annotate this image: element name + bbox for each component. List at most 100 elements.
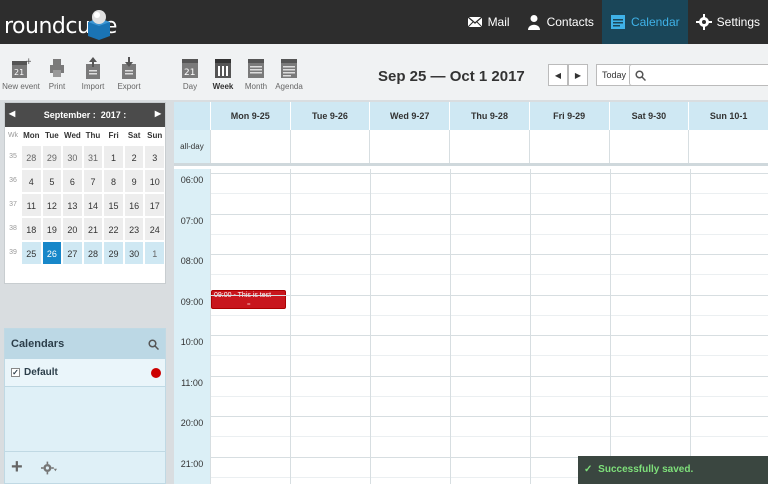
week-view-icon bbox=[215, 59, 231, 78]
top-navigation: Mail Contacts Calendar Settings bbox=[459, 0, 768, 44]
import-button[interactable]: Import bbox=[74, 56, 112, 91]
nav-settings[interactable]: Settings bbox=[688, 0, 768, 44]
month-select-chevron-icon[interactable]: : bbox=[90, 110, 101, 120]
week-number: 35 bbox=[9, 153, 17, 160]
mini-calendar-day[interactable]: 29 bbox=[41, 145, 63, 169]
hour-label: 20:00 bbox=[180, 418, 204, 428]
mini-calendar-day[interactable]: 2 bbox=[123, 145, 145, 169]
mini-calendar-day[interactable]: 1 bbox=[103, 145, 124, 169]
week-number: 36 bbox=[9, 177, 17, 184]
mini-calendar-day[interactable]: 28 bbox=[82, 241, 104, 265]
search-icon[interactable] bbox=[148, 338, 159, 350]
mini-calendar-day[interactable]: 10 bbox=[144, 169, 165, 193]
mini-calendar-day[interactable]: 31 bbox=[82, 145, 104, 169]
calendar-checkbox[interactable]: ✓ bbox=[11, 368, 20, 377]
mini-calendar-day[interactable]: 22 bbox=[103, 217, 124, 241]
mini-calendar-day[interactable]: 6 bbox=[62, 169, 83, 193]
all-day-cell[interactable] bbox=[528, 130, 609, 163]
mini-calendar-day[interactable]: 14 bbox=[82, 193, 104, 217]
mini-calendar-month[interactable]: September bbox=[44, 110, 91, 120]
all-day-cell[interactable] bbox=[449, 130, 529, 163]
nav-mail[interactable]: Mail bbox=[459, 0, 518, 44]
mini-calendar-day[interactable]: 9 bbox=[123, 169, 145, 193]
day-column-header[interactable]: Sat 9-30 bbox=[608, 102, 689, 130]
export-button[interactable]: Export bbox=[110, 56, 148, 91]
all-day-cell[interactable] bbox=[209, 130, 290, 163]
mini-calendar-day[interactable]: 1 bbox=[144, 241, 165, 265]
nav-calendar[interactable]: Calendar bbox=[601, 0, 688, 44]
day-column-header[interactable]: Wed 9-27 bbox=[369, 102, 449, 130]
mini-calendar-day[interactable]: 16 bbox=[123, 193, 145, 217]
mini-calendar-day[interactable]: 28 bbox=[21, 145, 42, 169]
mini-calendar-day[interactable]: 11 bbox=[21, 193, 42, 217]
mini-calendar-day[interactable]: 8 bbox=[103, 169, 124, 193]
mini-calendar-day[interactable]: 15 bbox=[103, 193, 124, 217]
mini-calendar-day[interactable]: 20 bbox=[62, 217, 83, 241]
mini-calendar-prev-icon[interactable]: ◀ bbox=[9, 109, 15, 118]
add-calendar-button[interactable]: + bbox=[11, 456, 23, 479]
next-week-button[interactable]: ▶ bbox=[568, 64, 588, 86]
mini-calendar-header: ◀ September : 2017 : ▶ bbox=[5, 103, 165, 127]
new-event-button[interactable]: 21 + New event bbox=[2, 56, 40, 91]
agenda-view-button[interactable]: Agenda bbox=[270, 56, 308, 91]
mini-calendar-day[interactable]: 30 bbox=[62, 145, 83, 169]
all-day-cell[interactable] bbox=[289, 130, 370, 163]
week-view: Mon 9-25 Tue 9-26 Wed 9-27 Thu 9-28 Fri 9-29… bbox=[174, 102, 768, 484]
mini-calendar-day[interactable]: 7 bbox=[82, 169, 104, 193]
event-resize-handle[interactable]: = bbox=[247, 302, 251, 308]
mini-calendar-day[interactable]: 29 bbox=[103, 241, 124, 265]
print-button[interactable]: Print bbox=[38, 56, 76, 91]
top-bar: roundcube Mail Contacts Calendar Setting… bbox=[0, 0, 768, 44]
mini-calendar-day[interactable]: 27 bbox=[62, 241, 83, 265]
mini-calendar-day[interactable]: 24 bbox=[144, 217, 165, 241]
prev-week-button[interactable]: ◀ bbox=[548, 64, 568, 86]
mini-calendar-day[interactable]: 30 bbox=[123, 241, 145, 265]
calendar-item-default[interactable]: ✓ Default bbox=[5, 359, 165, 387]
day-column-header[interactable]: Tue 9-26 bbox=[289, 102, 370, 130]
mini-calendar-day[interactable]: 5 bbox=[41, 169, 63, 193]
mini-calendar-day[interactable]: 12 bbox=[41, 193, 63, 217]
half-hour-gridline bbox=[210, 274, 768, 276]
nav-contacts[interactable]: Contacts bbox=[518, 0, 602, 44]
calendar-icon bbox=[610, 15, 625, 29]
mini-calendar-year[interactable]: 2017 bbox=[101, 110, 121, 120]
all-day-cell[interactable] bbox=[608, 130, 689, 163]
mini-calendar-day[interactable]: 3 bbox=[144, 145, 165, 169]
day-column-header[interactable]: Sun 10-1 bbox=[688, 102, 768, 130]
search-box[interactable] bbox=[629, 64, 768, 86]
hour-gridline bbox=[210, 294, 768, 296]
mini-calendar-day[interactable]: 18 bbox=[21, 217, 42, 241]
mini-calendar-day[interactable]: 26 bbox=[41, 241, 63, 265]
calendars-panel: Calendars ✓ Default + bbox=[4, 328, 166, 484]
hour-label: 09:00 bbox=[180, 296, 204, 307]
mini-calendar-day[interactable]: 17 bbox=[144, 193, 165, 217]
mini-calendar: ◀ September : 2017 : ▶ Wk Mon Tue Wed Thu Fr… bbox=[4, 102, 166, 284]
calendar-event[interactable]: 09:00 - This is test = bbox=[211, 290, 286, 309]
today-button[interactable]: Today bbox=[596, 64, 633, 86]
mini-calendar-day[interactable]: 4 bbox=[21, 169, 42, 193]
gear-icon[interactable] bbox=[41, 460, 57, 476]
year-select-chevron-icon[interactable]: : bbox=[121, 110, 126, 120]
day-column-header[interactable]: Thu 9-28 bbox=[449, 102, 529, 130]
nav-settings-label: Settings bbox=[716, 15, 760, 29]
mini-calendar-day[interactable]: 21 bbox=[82, 217, 104, 241]
notification-toast: ✓ Successfully saved. bbox=[578, 456, 768, 484]
all-day-row: all-day bbox=[174, 130, 768, 166]
new-event-label: New event bbox=[2, 82, 40, 91]
calendar-color-dot bbox=[151, 368, 161, 378]
week-header-gutter bbox=[174, 102, 210, 130]
mini-calendar-day[interactable]: 19 bbox=[41, 217, 63, 241]
all-day-cell[interactable] bbox=[369, 130, 449, 163]
mini-calendar-day[interactable]: 23 bbox=[123, 217, 145, 241]
half-hour-gridline bbox=[210, 395, 768, 397]
mini-calendar-next-icon[interactable]: ▶ bbox=[155, 109, 161, 118]
logo-cube-icon bbox=[88, 10, 110, 40]
nav-contacts-label: Contacts bbox=[546, 15, 594, 29]
day-column-header[interactable]: Fri 9-29 bbox=[528, 102, 609, 130]
mini-calendar-day[interactable]: 13 bbox=[62, 193, 83, 217]
search-input[interactable] bbox=[650, 67, 760, 83]
time-grid[interactable]: 09:00 - This is test = 06:00 07:00 08:00 09… bbox=[174, 169, 768, 484]
mini-calendar-day[interactable]: 25 bbox=[21, 241, 42, 265]
all-day-cell[interactable] bbox=[688, 130, 768, 163]
day-column-header[interactable]: Mon 9-25 bbox=[209, 102, 290, 130]
